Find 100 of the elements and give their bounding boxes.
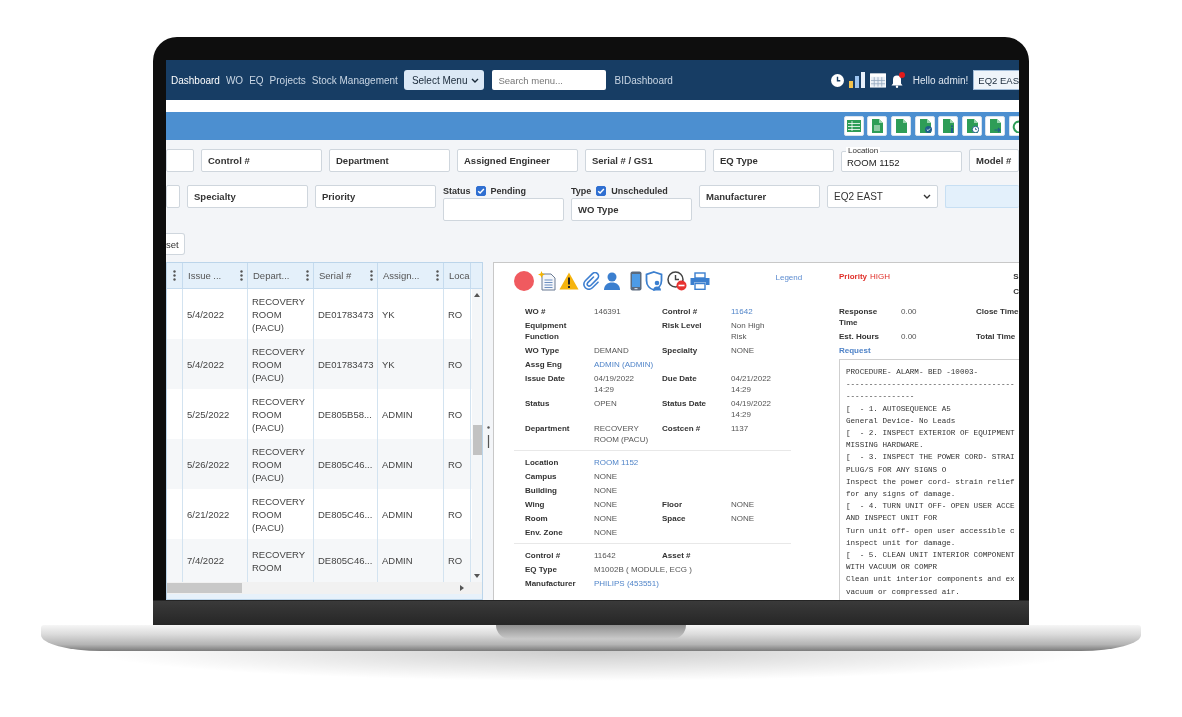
table-row[interactable]: 5/4/2022 RECOVERY ROOM (PACU) DE01783473 YK RO	[167, 339, 472, 389]
menu-icon[interactable]	[436, 270, 439, 281]
field-label: Issue Date	[525, 372, 567, 385]
menu-dropdown[interactable]: Select Menu	[403, 70, 485, 90]
field-label: Room	[525, 512, 549, 524]
clock-icon[interactable]	[830, 73, 844, 87]
checkbox[interactable]	[475, 186, 486, 196]
text-field[interactable]: Manufacturer	[699, 185, 820, 208]
calendar-icon[interactable]	[869, 72, 886, 88]
field-label: Est. Hours	[839, 330, 880, 342]
nav-link[interactable]: Projects	[269, 74, 306, 86]
toolbar-button[interactable]	[843, 116, 864, 136]
scrollbar-thumb[interactable]	[167, 583, 242, 593]
field-value: NONE	[594, 498, 619, 510]
column-header[interactable]: Loca	[444, 263, 471, 288]
table-row[interactable]: 6/21/2022 RECOVERY ROOM (PACU) DE805C46... ADMIN RO	[167, 489, 472, 539]
field-link[interactable]: 11642	[731, 305, 786, 317]
text-field[interactable]: Location ROOM 1152	[841, 147, 962, 172]
field-label: Due Date	[662, 372, 698, 385]
field-label: Equipment Function	[525, 319, 568, 342]
text-field[interactable]: Assigned Engineer	[457, 149, 578, 172]
menu-icon[interactable]	[306, 270, 309, 281]
nav-link[interactable]: BIDashboard	[614, 74, 673, 86]
mobile-phone-icon[interactable]	[629, 271, 642, 291]
clock-minus-icon[interactable]	[666, 271, 687, 291]
text-field[interactable]: WO Type	[571, 198, 692, 221]
nav-link[interactable]: Dashboard	[171, 74, 220, 86]
field-value: 04/19/2022 14:29	[731, 397, 773, 420]
menu-icon[interactable]	[173, 270, 176, 281]
field-label: Type	[571, 186, 592, 196]
document-arrow-icon	[988, 119, 1003, 133]
document-clock-icon	[964, 119, 979, 133]
field-value: NONE	[731, 498, 756, 510]
field-label: Building	[525, 484, 558, 496]
text-field[interactable]: Department	[329, 149, 450, 172]
action-button[interactable]: set	[166, 233, 185, 255]
column-header[interactable]: Depart...	[248, 263, 314, 288]
field-label: Manufacturer	[525, 577, 577, 589]
bar-chart-icon[interactable]	[848, 72, 865, 88]
toolbar-button[interactable]	[961, 116, 982, 136]
dropdown[interactable]: EQ2 EAST	[827, 185, 938, 208]
section-label: Request	[839, 344, 872, 357]
toolbar-button[interactable]	[867, 116, 888, 136]
field-value: NONE	[594, 484, 619, 496]
column-header[interactable]: Assign...	[378, 263, 444, 288]
menu-icon[interactable]	[240, 270, 243, 281]
field-value: NONE	[731, 512, 756, 524]
field-link[interactable]: ADMIN (ADMIN)	[594, 358, 786, 370]
table-row[interactable]: 5/4/2022 RECOVERY ROOM (PACU) DE01783473 YK RO	[167, 289, 472, 339]
scroll-down-icon[interactable]	[474, 574, 480, 578]
text-field[interactable]: Control #	[201, 149, 322, 172]
nav-link[interactable]: EQ	[249, 74, 264, 86]
checkbox[interactable]	[596, 186, 607, 196]
field-value: OPEN	[594, 397, 618, 410]
person-icon[interactable]	[604, 272, 620, 290]
text-field[interactable]: EQ Type	[713, 149, 834, 172]
text-field[interactable]	[945, 185, 1019, 208]
document-icon	[870, 119, 885, 133]
legend-link[interactable]: Legend	[775, 273, 803, 282]
shield-person-icon[interactable]	[645, 271, 663, 291]
nav-link[interactable]: WO	[225, 74, 244, 86]
site-selector[interactable]: EQ2 EAS	[973, 70, 1019, 90]
toolbar-button[interactable]	[914, 116, 935, 136]
warning-icon[interactable]	[559, 272, 579, 290]
print-icon[interactable]	[690, 272, 710, 290]
text-field[interactable]	[443, 198, 564, 221]
scroll-up-icon[interactable]	[474, 293, 480, 297]
scrollbar-thumb[interactable]	[472, 425, 482, 455]
field-value: NONE	[594, 526, 619, 538]
document-icon	[894, 119, 909, 133]
field-link[interactable]: PHILIPS (453551)	[594, 577, 786, 589]
toolbar-button[interactable]	[891, 116, 912, 136]
toolbar-button[interactable]	[985, 116, 1006, 136]
field-label: Campus	[525, 470, 558, 482]
text-field[interactable]	[166, 149, 194, 172]
text-field[interactable]: Specialty	[187, 185, 308, 208]
grip-icon[interactable]	[486, 426, 490, 448]
text-field[interactable]: Serial # / GS1	[585, 149, 706, 172]
nav-link[interactable]: Stock Management	[311, 74, 398, 86]
text-field[interactable]: Model #	[969, 149, 1019, 172]
table-row[interactable]: 5/25/2022 RECOVERY ROOM (PACU) DE805B58... ADMIN RO	[167, 389, 472, 439]
field-link[interactable]: ROOM 1152	[594, 456, 786, 468]
toolbar-button[interactable]	[1009, 116, 1019, 136]
field-label: C	[1013, 286, 1019, 298]
text-field[interactable]: Priority	[315, 185, 436, 208]
horizontal-scrollbar[interactable]	[167, 582, 482, 594]
field-label: Assg Eng	[525, 358, 563, 370]
text-field[interactable]	[166, 185, 180, 208]
toolbar-button[interactable]	[938, 116, 959, 136]
paperclip-icon[interactable]	[582, 272, 601, 290]
column-header[interactable]: Serial #	[314, 263, 378, 288]
bell-icon[interactable]	[890, 72, 905, 88]
checkbox-label: Pending	[490, 186, 526, 196]
vertical-scrollbar[interactable]	[472, 289, 482, 582]
menu-icon[interactable]	[370, 270, 373, 281]
scroll-right-icon[interactable]	[460, 585, 464, 591]
table-row[interactable]: 5/26/2022 RECOVERY ROOM (PACU) DE805C46... ADMIN RO	[167, 439, 472, 489]
search-field[interactable]: Search menu...	[492, 70, 607, 90]
column-header[interactable]: Issue ...	[183, 263, 248, 288]
table-row[interactable]: 7/4/2022 RECOVERY ROOM DE805C46... ADMIN RO	[167, 539, 472, 582]
